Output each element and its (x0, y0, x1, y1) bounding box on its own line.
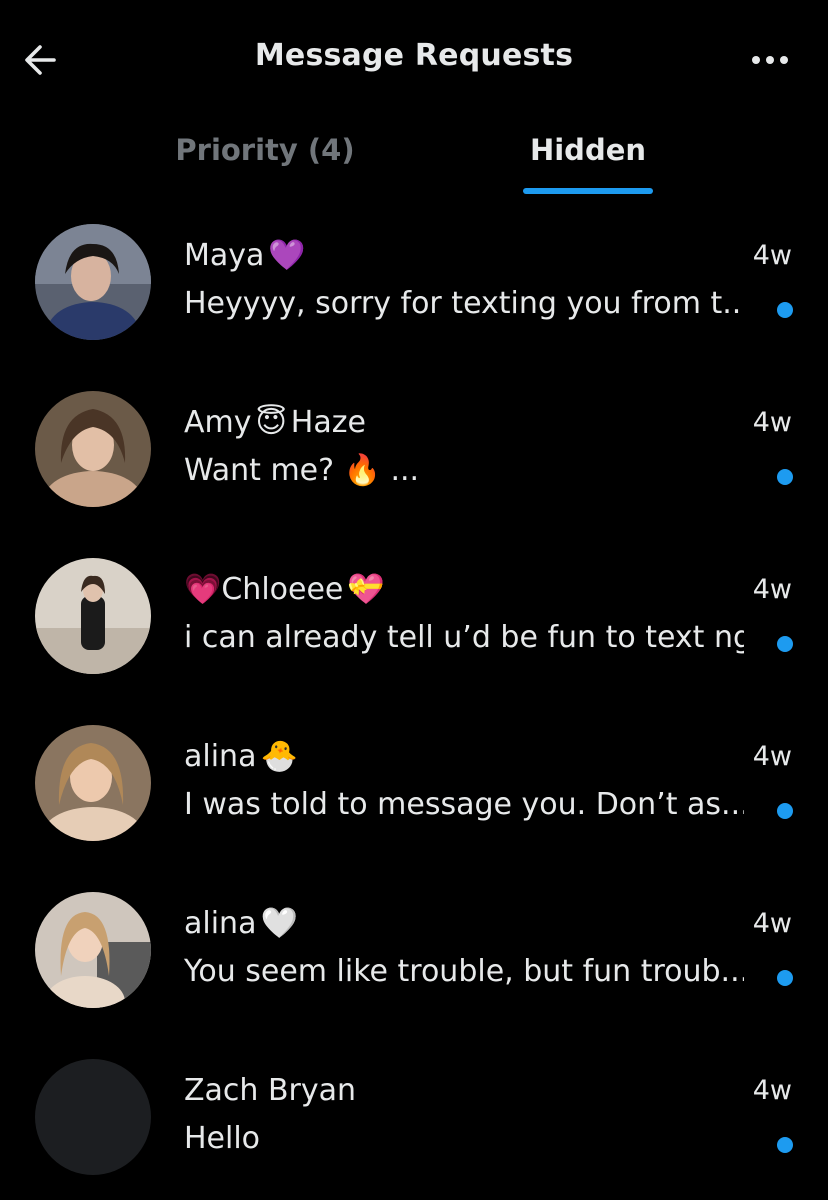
name-text: alina (184, 906, 257, 941)
timestamp: 4w (752, 741, 792, 772)
tab-priority[interactable]: Priority (4) (160, 130, 370, 196)
timestamp: 4w (752, 574, 792, 605)
unread-indicator (777, 1137, 793, 1153)
avatar[interactable] (35, 224, 151, 340)
name-text: Amy (184, 405, 252, 440)
more-horizontal-icon (752, 56, 788, 64)
sender-name: Maya 💜 (184, 238, 310, 273)
timestamp: 4w (752, 1075, 792, 1106)
tab-label: Priority (4) (175, 133, 355, 167)
hatching-chick-icon: 🐣 (260, 739, 298, 774)
unread-indicator (777, 302, 793, 318)
timestamp: 4w (752, 908, 792, 939)
avatar[interactable] (35, 558, 151, 674)
sender-name: 💗Chloeee 💝 (184, 572, 389, 607)
active-tab-indicator (523, 188, 653, 194)
page-title: Message Requests (254, 38, 574, 73)
avatar[interactable] (35, 892, 151, 1008)
avatar[interactable] (35, 391, 151, 507)
name-text: 💗Chloeee (184, 572, 344, 607)
message-request-row[interactable]: Amy 😇 Haze 4w Want me? 🔥 ... (0, 365, 828, 532)
message-request-row[interactable]: Zach Bryan 4w Hello (0, 1033, 828, 1200)
heart-ribbon-icon: 💝 (347, 572, 385, 607)
message-preview: i can already tell u’d be fun to text ng… (184, 620, 744, 655)
tab-hidden[interactable]: Hidden (500, 130, 676, 196)
sender-name: alina 🐣 (184, 739, 302, 774)
timestamp: 4w (752, 240, 792, 271)
unread-indicator (777, 469, 793, 485)
sender-name: Amy 😇 Haze (184, 405, 366, 440)
message-request-row[interactable]: 💗Chloeee 💝 4w i can already tell u’d be … (0, 532, 828, 699)
timestamp: 4w (752, 407, 792, 438)
message-request-row[interactable]: alina 🐣 4w I was told to message you. Do… (0, 699, 828, 866)
message-request-list: Maya 💜 4w Heyyyy, sorry for texting you … (0, 198, 828, 1200)
message-preview: You seem like trouble, but fun troub... (184, 954, 744, 989)
message-preview: Hello (184, 1121, 261, 1156)
avatar[interactable] (35, 725, 151, 841)
white-heart-icon: 🤍 (260, 906, 298, 941)
sender-name: alina 🤍 (184, 906, 302, 941)
name-text: Zach Bryan (184, 1073, 357, 1108)
name-text-suffix: Haze (290, 405, 366, 440)
more-button[interactable] (742, 40, 798, 80)
message-preview: Want me? 🔥 ... (184, 453, 420, 488)
avatar[interactable] (35, 1059, 151, 1175)
message-preview: I was told to message you. Don’t as... (184, 787, 744, 822)
sender-name: Zach Bryan (184, 1073, 364, 1108)
halo-face-icon: 😇 (255, 405, 287, 440)
purple-heart-icon: 💜 (268, 238, 306, 273)
tab-label: Hidden (529, 133, 647, 167)
message-request-row[interactable]: alina 🤍 4w You seem like trouble, but fu… (0, 866, 828, 1033)
unread-indicator (777, 970, 793, 986)
message-request-row[interactable]: Maya 💜 4w Heyyyy, sorry for texting you … (0, 198, 828, 365)
unread-indicator (777, 636, 793, 652)
header: Message Requests (0, 0, 828, 118)
message-preview: Heyyyy, sorry for texting you from t... (184, 286, 744, 321)
name-text: alina (184, 739, 257, 774)
name-text: Maya (184, 238, 265, 273)
tab-bar: Priority (4) Hidden (0, 118, 828, 196)
unread-indicator (777, 803, 793, 819)
